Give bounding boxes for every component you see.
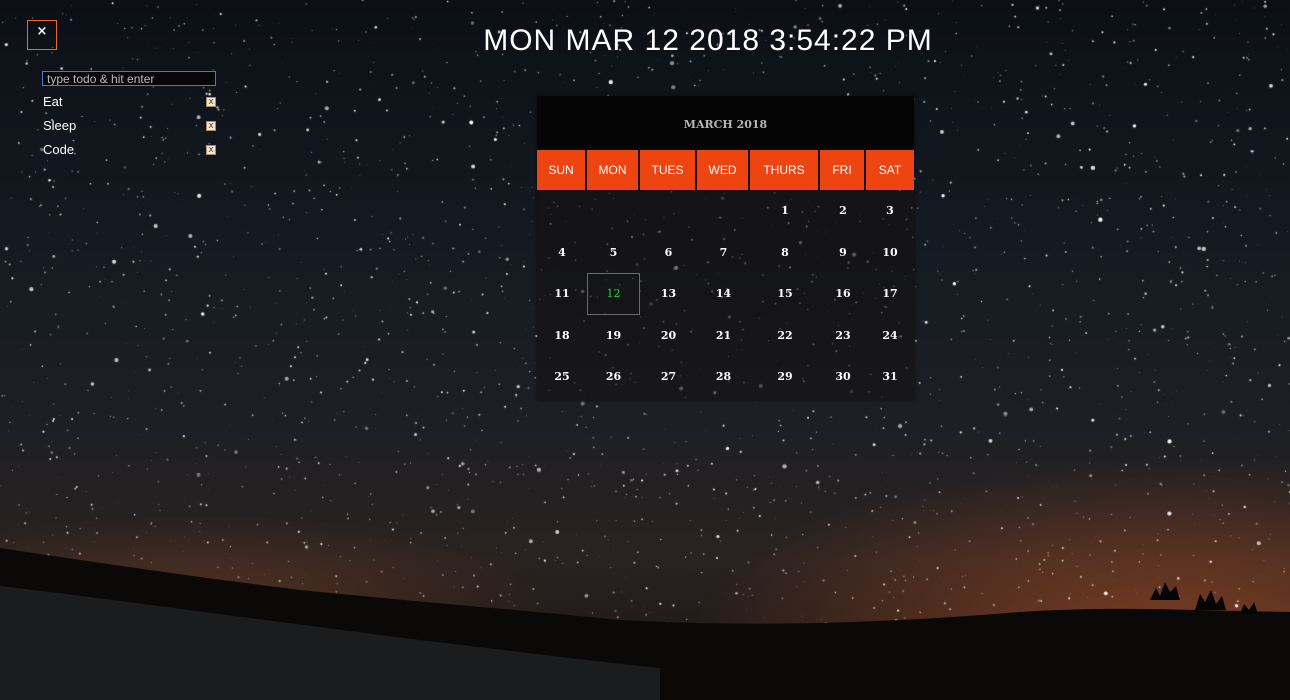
calendar-date-cell[interactable]: 25	[537, 356, 587, 398]
weekday-sun: SUN	[537, 150, 587, 190]
todo-item-label: Sleep	[43, 118, 77, 133]
calendar-date-cell	[537, 190, 587, 232]
todo-input[interactable]	[42, 71, 216, 86]
todo-item-label: Code	[43, 142, 75, 157]
calendar-date-cell[interactable]: 21	[697, 315, 750, 357]
calendar-date-cell[interactable]: 23	[820, 315, 866, 357]
calendar-date-cell[interactable]: 27	[640, 356, 697, 398]
calendar-date-cell[interactable]: 29	[750, 356, 820, 398]
calendar-month-title: MARCH 2018	[537, 96, 914, 150]
calendar-date-cell[interactable]: 15	[750, 273, 820, 315]
calendar-date-cell[interactable]: 3	[866, 190, 914, 232]
todo-item: Sleep x	[42, 118, 218, 142]
delete-todo-button[interactable]: x	[206, 145, 216, 155]
weekday-fri: FRI	[820, 150, 866, 190]
todo-item: Code x	[42, 142, 218, 166]
calendar-date-cell	[697, 190, 750, 232]
calendar-date-cell[interactable]: 5	[587, 232, 640, 274]
calendar-date-cell[interactable]: 16	[820, 273, 866, 315]
calendar-date-cell[interactable]: 28	[697, 356, 750, 398]
weekday-sat: SAT	[866, 150, 914, 190]
calendar-date-cell[interactable]: 22	[750, 315, 820, 357]
calendar-weekday-header: SUN MON TUES WED THURS FRI SAT	[537, 150, 914, 190]
calendar-date-cell[interactable]: 11	[537, 273, 587, 315]
todo-item-label: Eat	[43, 94, 63, 109]
calendar-date-cell[interactable]: 8	[750, 232, 820, 274]
calendar-date-cell[interactable]: 31	[866, 356, 914, 398]
todo-list: Eat x Sleep x Code x	[42, 94, 218, 166]
calendar-date-cell[interactable]: 24	[866, 315, 914, 357]
clock-display: MON MAR 12 2018 3:54:22 PM	[483, 24, 933, 57]
calendar-date-cell[interactable]: 18	[537, 315, 587, 357]
calendar-week: 18 19 20 21 22 23 24	[537, 315, 914, 357]
calendar-week: 4 5 6 7 8 9 10	[537, 232, 914, 274]
weekday-thu: THURS	[750, 150, 820, 190]
calendar-date-cell	[640, 190, 697, 232]
calendar-date-cell[interactable]: 20	[640, 315, 697, 357]
calendar-date-cell[interactable]: 4	[537, 232, 587, 274]
calendar-date-cell[interactable]: 30	[820, 356, 866, 398]
calendar-week: 11 12 13 14 15 16 17	[537, 273, 914, 315]
calendar-date-cell[interactable]: 13	[640, 273, 697, 315]
calendar-date-grid: 1 2 3 4 5 6 7 8 9 10 11 12 13 14 15 16 1…	[537, 190, 914, 398]
weekday-wed: WED	[697, 150, 750, 190]
delete-todo-button[interactable]: x	[206, 121, 216, 131]
calendar-date-cell[interactable]: 26	[587, 356, 640, 398]
weekday-mon: MON	[587, 150, 640, 190]
todo-panel: Eat x Sleep x Code x	[42, 71, 218, 166]
calendar-date-cell[interactable]: 10	[866, 232, 914, 274]
calendar-week: 1 2 3	[537, 190, 914, 232]
calendar-date-cell	[587, 190, 640, 232]
calendar-date-cell[interactable]: 17	[866, 273, 914, 315]
weekday-tue: TUES	[640, 150, 697, 190]
calendar-week: 25 26 27 28 29 30 31	[537, 356, 914, 398]
calendar-date-cell[interactable]: 7	[697, 232, 750, 274]
calendar-date-cell[interactable]: 1	[750, 190, 820, 232]
calendar: MARCH 2018 SUN MON TUES WED THURS FRI SA…	[537, 96, 914, 400]
calendar-date-cell[interactable]: 14	[697, 273, 750, 315]
calendar-date-cell[interactable]: 9	[820, 232, 866, 274]
calendar-date-cell[interactable]: 6	[640, 232, 697, 274]
calendar-date-cell[interactable]: 2	[820, 190, 866, 232]
calendar-today-cell[interactable]: 12	[587, 273, 640, 315]
calendar-date-cell[interactable]: 19	[587, 315, 640, 357]
todo-item: Eat x	[42, 94, 218, 118]
delete-todo-button[interactable]: x	[206, 97, 216, 107]
